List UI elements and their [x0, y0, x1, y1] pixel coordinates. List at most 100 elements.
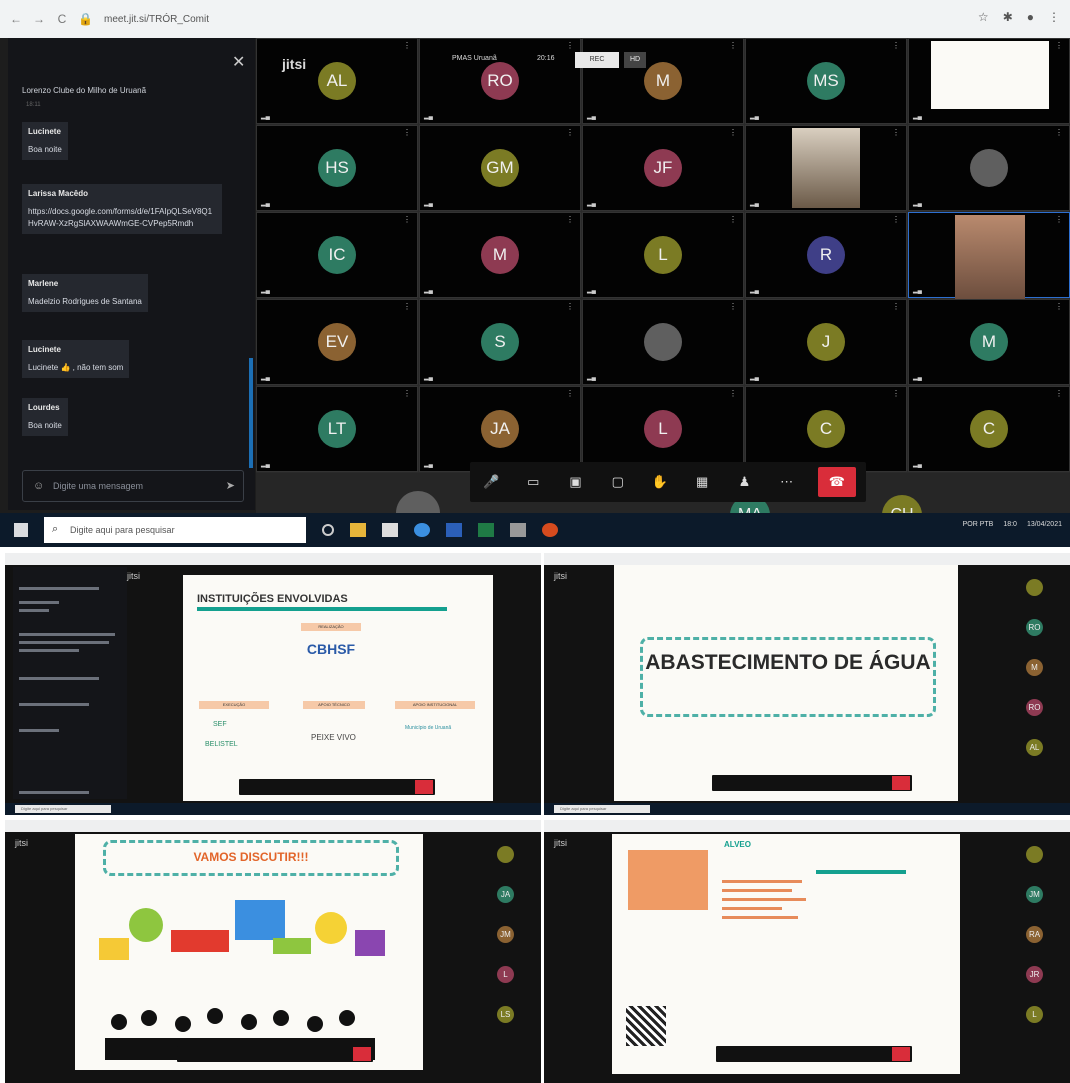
participant-tile[interactable]: MS ▂▄ ⋮ — [745, 38, 907, 124]
reload-icon[interactable]: C — [55, 12, 69, 26]
connection-indicator-icon[interactable]: ▂▄ — [261, 113, 270, 120]
star-icon[interactable]: ☆ — [978, 10, 989, 24]
powerpoint-icon[interactable] — [542, 523, 558, 537]
connection-indicator-icon[interactable]: ▂▄ — [261, 461, 270, 468]
tile-menu-icon[interactable]: ⋮ — [729, 389, 737, 398]
cortana-icon[interactable] — [322, 524, 334, 536]
participant-tile[interactable]: C▂▄⋮ — [745, 386, 907, 472]
connection-indicator-icon[interactable]: ▂▄ — [913, 200, 922, 207]
tile-menu-icon[interactable]: ⋮ — [1055, 215, 1063, 224]
side-participant-avatar[interactable]: JM — [1026, 886, 1043, 903]
connection-indicator-icon[interactable]: ▂▄ — [587, 113, 596, 120]
connection-indicator-icon[interactable]: ▂▄ — [750, 374, 759, 381]
tile-menu-icon[interactable]: ⋮ — [403, 128, 411, 137]
screen-share-icon[interactable]: ▣ — [565, 471, 587, 493]
connection-indicator-icon[interactable]: ▂▄ — [424, 374, 433, 381]
side-participant-avatar[interactable] — [1026, 846, 1043, 863]
tile-menu-icon[interactable]: ⋮ — [403, 302, 411, 311]
connection-indicator-icon[interactable]: ▂▄ — [424, 200, 433, 207]
participant-tile[interactable]: M ▂▄ ⋮ — [908, 299, 1070, 385]
tile-menu-icon[interactable]: ⋮ — [729, 302, 737, 311]
tile-menu-icon[interactable]: ⋮ — [892, 128, 900, 137]
participant-tile[interactable]: AL ▂▄ ⋮ — [256, 38, 418, 124]
puzzle-icon[interactable]: ✱ — [1003, 10, 1013, 24]
tile-menu-icon[interactable]: ⋮ — [892, 302, 900, 311]
tile-menu-icon[interactable]: ⋮ — [729, 128, 737, 137]
participant-tile[interactable]: EV ▂▄ ⋮ — [256, 299, 418, 385]
tile-menu-icon[interactable]: ⋮ — [403, 41, 411, 50]
word-icon[interactable] — [446, 523, 462, 537]
side-participant-avatar[interactable]: JM — [497, 926, 514, 943]
excel-icon[interactable] — [478, 523, 494, 537]
connection-indicator-icon[interactable]: ▂▄ — [750, 200, 759, 207]
side-participant-avatar[interactable] — [497, 846, 514, 863]
side-participant-avatar[interactable]: JR — [1026, 966, 1043, 983]
participant-tile[interactable]: L ▂▄ ⋮ — [582, 212, 744, 298]
hangup-button[interactable] — [892, 1047, 910, 1061]
hangup-button[interactable] — [353, 1047, 371, 1061]
tile-menu-icon[interactable]: ⋮ — [1055, 302, 1063, 311]
participant-tile[interactable]: M ▂▄ ⋮ — [582, 38, 744, 124]
tile-menu-icon[interactable]: ⋮ — [729, 215, 737, 224]
connection-indicator-icon[interactable]: ▂▄ — [913, 287, 922, 294]
tile-view-icon[interactable]: ▦ — [691, 471, 713, 493]
side-participant-avatar[interactable]: RO — [1026, 619, 1043, 636]
app-icon[interactable] — [510, 523, 526, 537]
url-bar[interactable]: meet.jit.si/TRÓR_Comit — [104, 14, 209, 25]
participant-tile[interactable]: RO ▂▄ ⋮ — [419, 38, 581, 124]
connection-indicator-icon[interactable]: ▂▄ — [261, 287, 270, 294]
participant-tile[interactable]: HS ▂▄ ⋮ — [256, 125, 418, 211]
participant-tile[interactable]: IC ▂▄ ⋮ — [256, 212, 418, 298]
side-participant-avatar[interactable]: L — [497, 966, 514, 983]
chat-icon[interactable]: ▢ — [607, 471, 629, 493]
connection-indicator-icon[interactable]: ▂▄ — [424, 113, 433, 120]
file-explorer-icon[interactable] — [350, 523, 366, 537]
profile-icon[interactable]: ● — [1027, 10, 1034, 24]
side-participant-avatar[interactable]: AL — [1026, 739, 1043, 756]
side-participant-avatar[interactable]: L — [1026, 1006, 1043, 1023]
chat-input[interactable]: ☺ Digite uma mensagem ➤ — [22, 470, 244, 502]
taskbar-search[interactable]: Digite aqui para pesquisar — [15, 805, 111, 813]
participant-tile[interactable]: LT ▂▄ ⋮ — [256, 386, 418, 472]
participant-tile[interactable]: M ▂▄ ⋮ — [419, 212, 581, 298]
tile-menu-icon[interactable]: ⋮ — [892, 215, 900, 224]
clock-date[interactable]: 13/04/2021 — [1027, 521, 1062, 528]
tile-menu-icon[interactable]: ⋮ — [566, 215, 574, 224]
participant-tile[interactable]: ▂▄ ⋮ — [582, 299, 744, 385]
mic-icon[interactable]: 🎤 — [480, 471, 502, 493]
more-icon[interactable]: ⋯ — [776, 471, 798, 493]
taskbar-search[interactable]: Digite aqui para pesquisar — [554, 805, 650, 813]
send-icon[interactable]: ➤ — [226, 479, 235, 492]
tile-menu-icon[interactable]: ⋮ — [892, 389, 900, 398]
side-participant-avatar[interactable]: M — [1026, 659, 1043, 676]
participant-tile[interactable]: R ▂▄ ⋮ — [745, 212, 907, 298]
connection-indicator-icon[interactable]: ▂▄ — [424, 461, 433, 468]
chat-scrollbar[interactable] — [249, 358, 253, 468]
participant-tile[interactable]: J ▂▄ ⋮ — [745, 299, 907, 385]
hangup-button[interactable] — [892, 776, 910, 790]
tile-menu-icon[interactable]: ⋮ — [566, 302, 574, 311]
more-icon[interactable]: ⋮ — [1048, 10, 1060, 24]
close-icon[interactable]: ✕ — [232, 52, 245, 72]
tile-menu-icon[interactable]: ⋮ — [403, 389, 411, 398]
emoji-icon[interactable]: ☺ — [33, 480, 44, 492]
taskbar-search[interactable]: ⌕ Digite aqui para pesquisar — [44, 517, 306, 543]
tile-menu-icon[interactable]: ⋮ — [1055, 41, 1063, 50]
hangup-button[interactable]: ☎ — [817, 467, 856, 497]
quality-badge[interactable]: HD — [624, 52, 646, 68]
tile-menu-icon[interactable]: ⋮ — [403, 215, 411, 224]
participant-tile[interactable]: JF ▂▄ ⋮ — [582, 125, 744, 211]
forward-icon[interactable]: → — [32, 12, 46, 26]
participant-tile[interactable]: ▂▄ ⋮ — [908, 125, 1070, 211]
side-participant-avatar[interactable]: LS — [497, 1006, 514, 1023]
participant-tile[interactable]: ▂▄ ⋮ — [908, 38, 1070, 124]
connection-indicator-icon[interactable]: ▂▄ — [587, 374, 596, 381]
raise-hand-icon[interactable]: ✋ — [649, 471, 671, 493]
participant-tile[interactable]: ▂▄ ⋮ — [908, 212, 1070, 299]
connection-indicator-icon[interactable]: ▂▄ — [913, 374, 922, 381]
language-indicator[interactable]: POR PTB — [963, 521, 994, 528]
tile-menu-icon[interactable]: ⋮ — [566, 41, 574, 50]
connection-indicator-icon[interactable]: ▂▄ — [587, 200, 596, 207]
connection-indicator-icon[interactable]: ▂▄ — [424, 287, 433, 294]
side-participant-avatar[interactable]: RO — [1026, 699, 1043, 716]
